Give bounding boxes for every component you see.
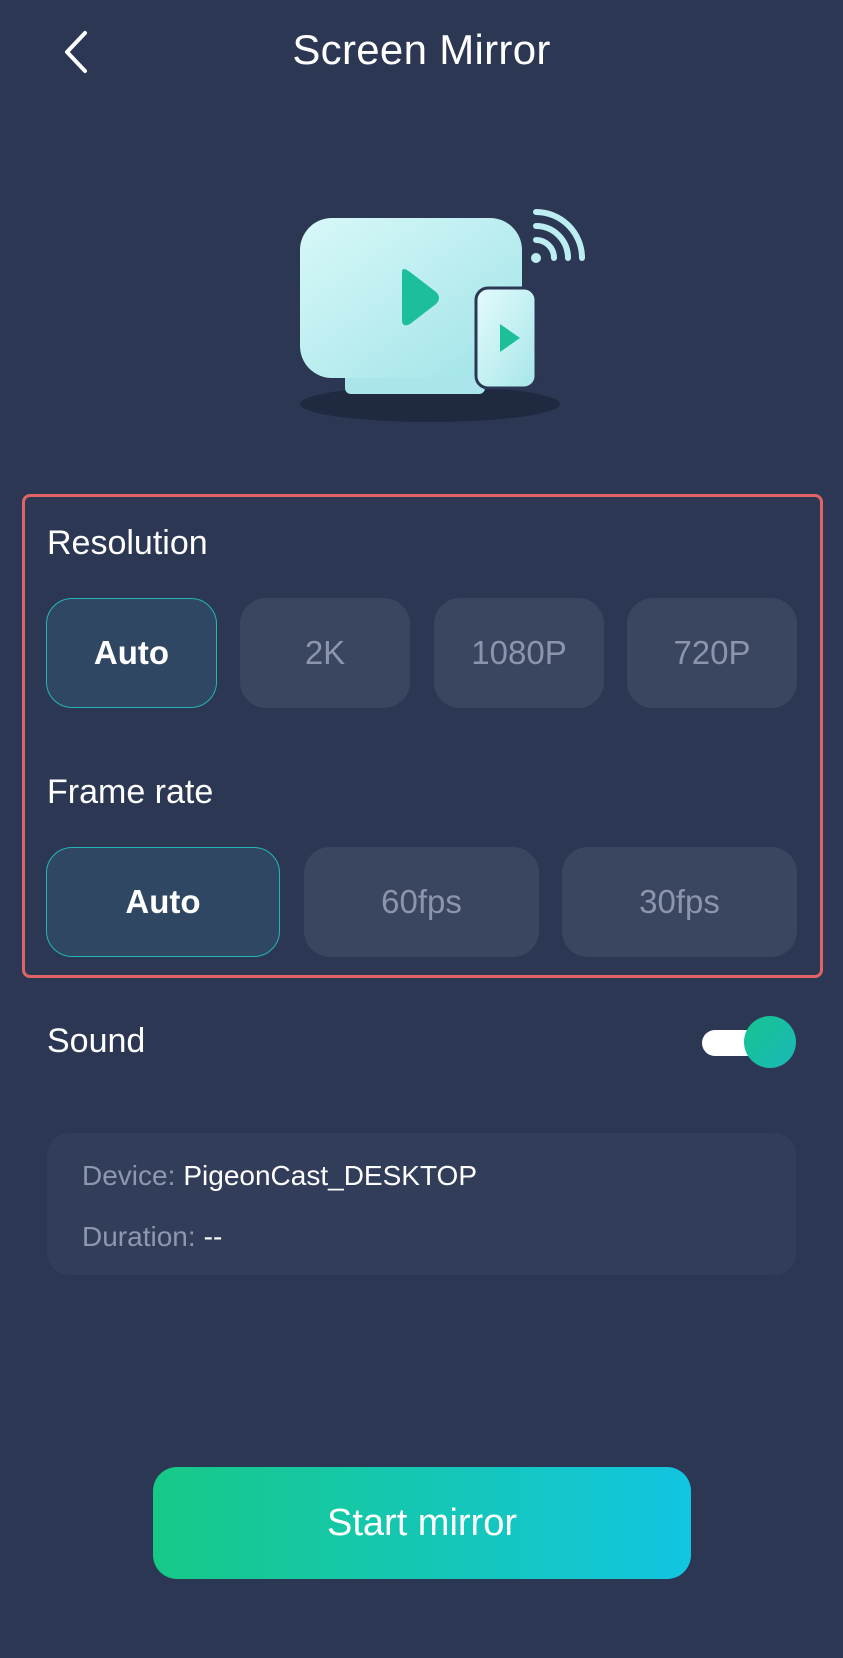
- resolution-option-1080p[interactable]: 1080P: [434, 598, 604, 708]
- duration-key: Duration:: [82, 1221, 196, 1252]
- resolution-option-auto[interactable]: Auto: [46, 598, 217, 708]
- duration-value: --: [203, 1221, 223, 1252]
- device-row: Device: PigeonCast_DESKTOP: [82, 1160, 477, 1192]
- frame-rate-option-auto[interactable]: Auto: [46, 847, 280, 957]
- frame-rate-option-60fps[interactable]: 60fps: [304, 847, 539, 957]
- device-value: PigeonCast_DESKTOP: [183, 1160, 478, 1191]
- device-key: Device:: [82, 1160, 176, 1191]
- tv-phone-cast-icon: [290, 200, 620, 430]
- resolution-label: Resolution: [47, 524, 208, 562]
- duration-row: Duration: --: [82, 1221, 222, 1253]
- start-mirror-button[interactable]: Start mirror: [153, 1467, 691, 1579]
- resolution-option-720p[interactable]: 720P: [627, 598, 797, 708]
- device-info-card: Device: PigeonCast_DESKTOP Duration: --: [47, 1133, 796, 1275]
- header-bar: Screen Mirror: [0, 0, 843, 104]
- sound-label: Sound: [47, 1022, 146, 1060]
- frame-rate-option-30fps[interactable]: 30fps: [562, 847, 797, 957]
- toggle-knob: [744, 1016, 796, 1068]
- frame-rate-label: Frame rate: [47, 773, 214, 811]
- sound-toggle[interactable]: [700, 1016, 796, 1068]
- page-title: Screen Mirror: [292, 26, 551, 73]
- resolution-option-2k[interactable]: 2K: [240, 598, 410, 708]
